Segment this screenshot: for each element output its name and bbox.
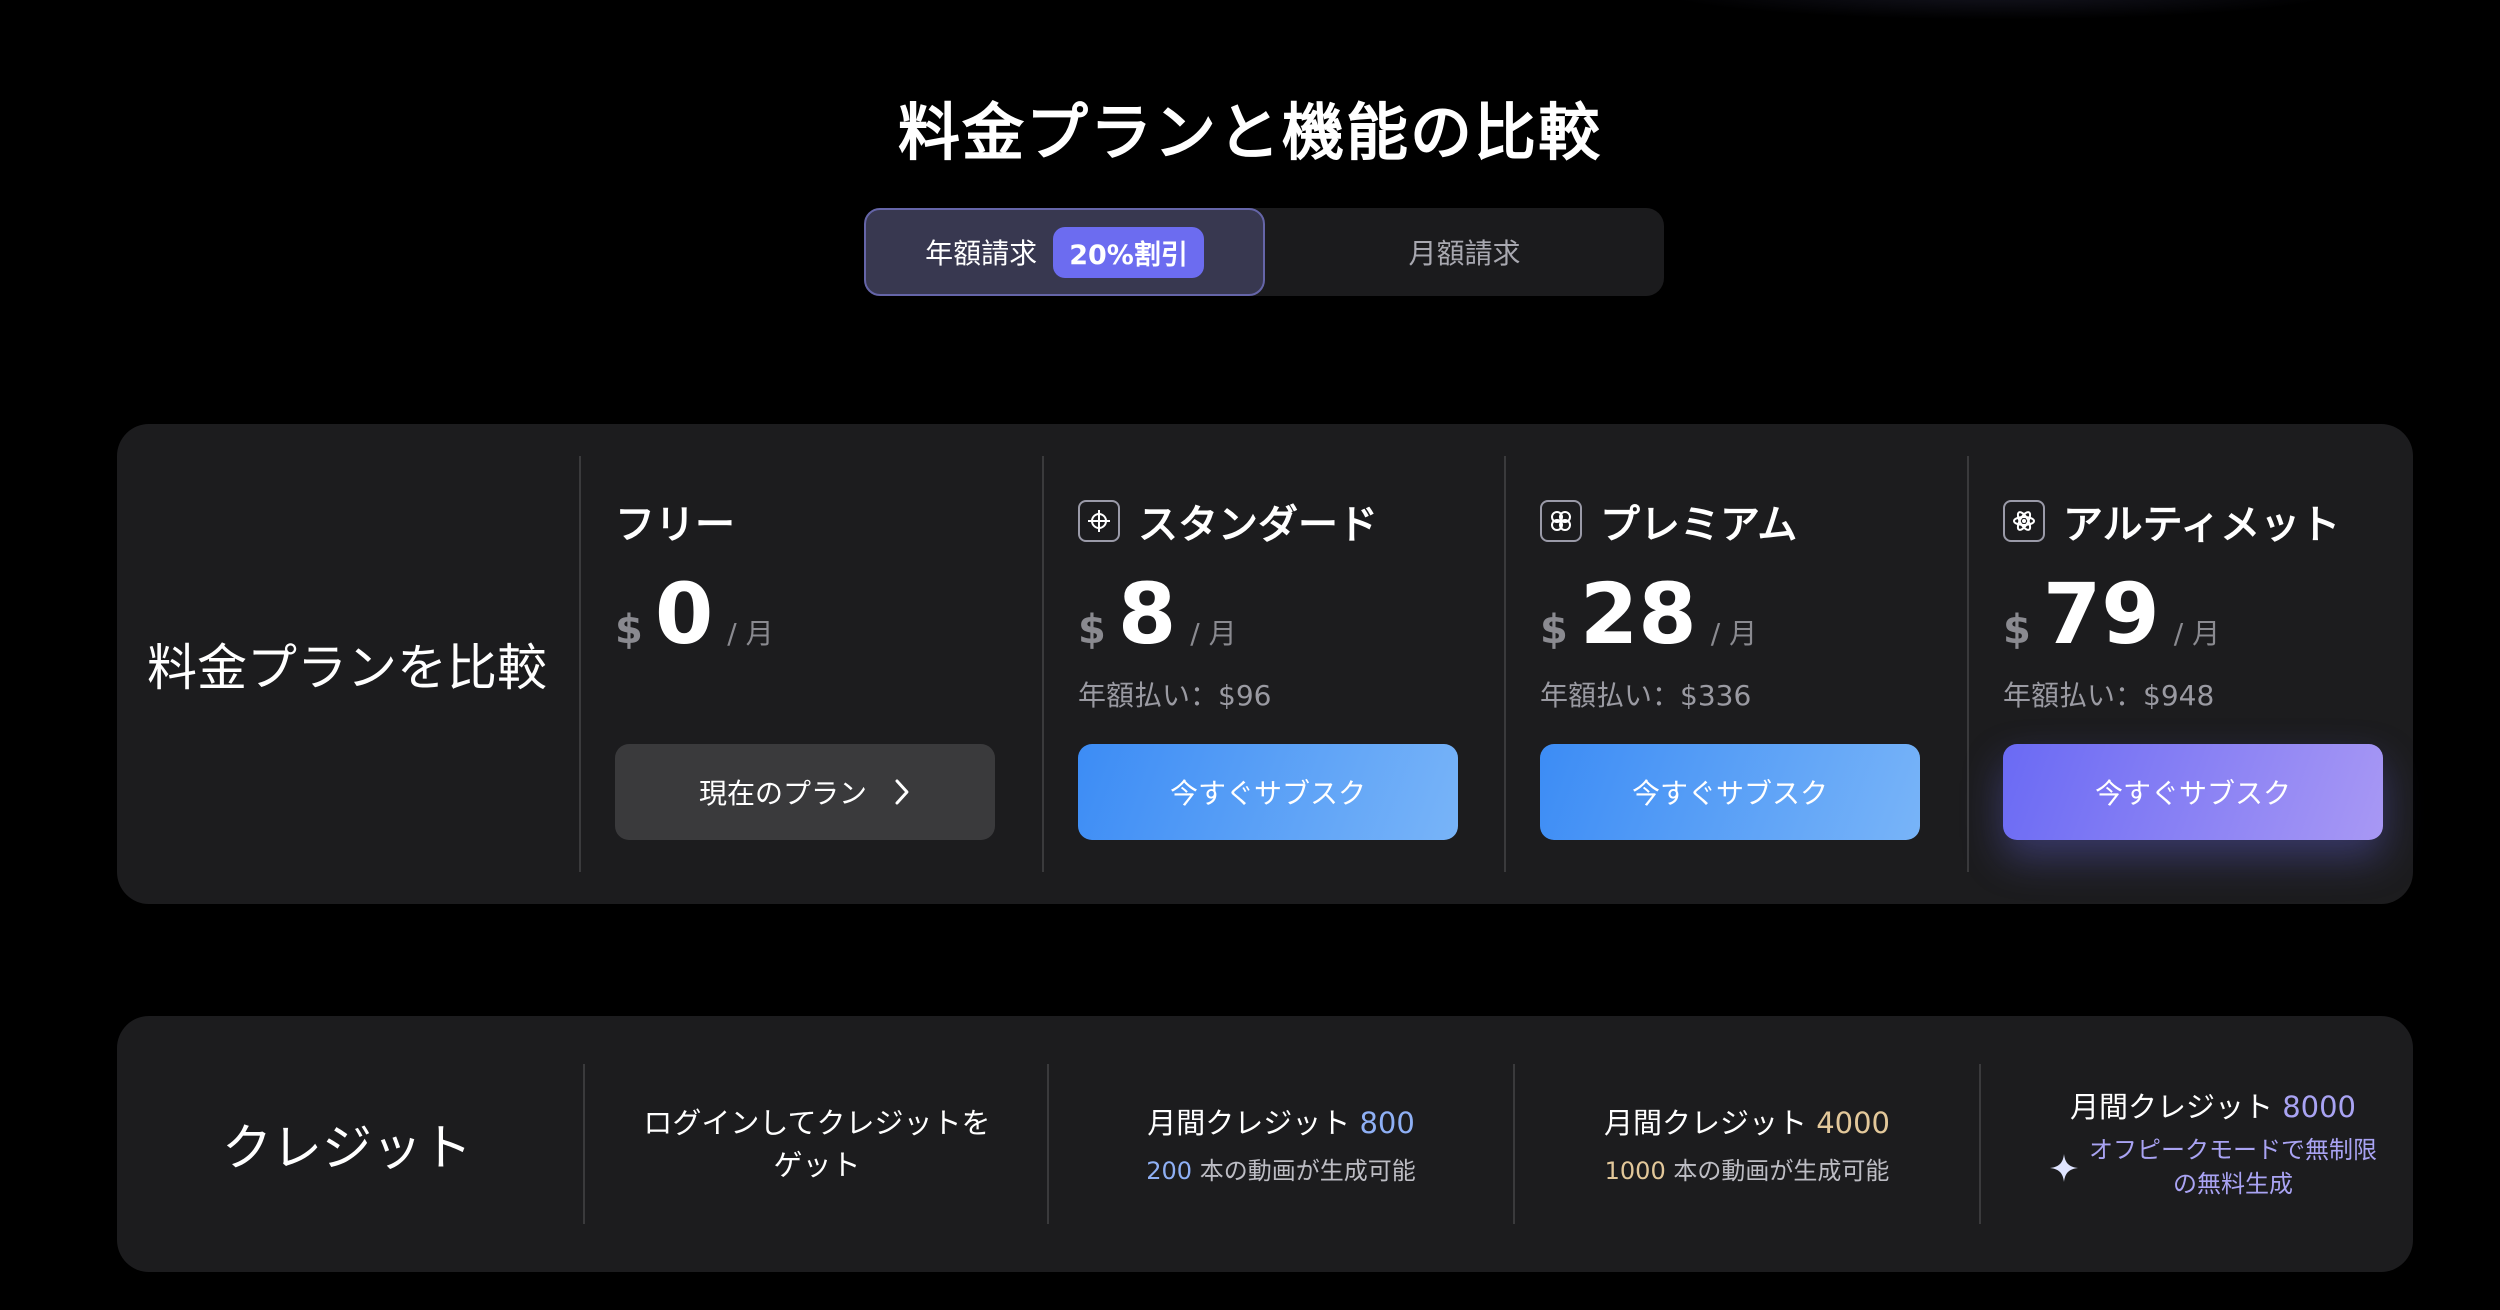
plan-name-label: プレミアム [1600, 502, 1798, 548]
monthly-credits-prefix: 月間クレジット [1147, 1106, 1351, 1141]
discount-badge: 20%割引 [1053, 226, 1204, 278]
chevron-right-icon [893, 778, 911, 806]
currency-symbol: $ [2003, 607, 2031, 653]
plan-price-free: $ 0 / 月 [615, 572, 774, 656]
price-period: / 月 [727, 617, 774, 650]
monthly-credits-amount: 800 [1359, 1106, 1415, 1141]
monthly-credits-standard: 月間クレジット 800 [1147, 1102, 1415, 1144]
video-count: 200 [1146, 1156, 1193, 1185]
annual-payment-standard: 年額払い：$96 [1078, 679, 1272, 712]
video-count-suffix: 本の動画が生成可能 [1199, 1156, 1416, 1185]
monthly-credits-amount: 8000 [2282, 1090, 2357, 1125]
plan-name-ultimate: アルティメット [2003, 492, 2340, 550]
background-glow [1650, 0, 2350, 20]
monthly-credits-ultimate: 月間クレジット 8000 [2070, 1086, 2356, 1128]
plan-price-premium: $ 28 / 月 [1540, 572, 1757, 656]
page-title: 料金プランと機能の比較 [897, 96, 1602, 169]
monthly-credits-prefix: 月間クレジット [2069, 1090, 2273, 1125]
credits-free-line1: ログインしてクレジットを [643, 1105, 991, 1140]
billing-toggle: 年額請求 20%割引 月額請求 [864, 208, 1664, 296]
annual-payment-premium: 年額払い：$336 [1540, 679, 1752, 712]
subscribe-premium-button[interactable]: 今すぐサブスク [1540, 744, 1920, 840]
currency-symbol: $ [1540, 607, 1568, 653]
annual-billing-option[interactable]: 年額請求 20%割引 [864, 208, 1265, 296]
pricing-page: 料金プランと機能の比較 年額請求 20%割引 月額請求 料金プランを比較 フリー… [0, 0, 2500, 1310]
ultimate-plan-icon [2003, 500, 2045, 542]
plan-name-label: スタンダード [1138, 502, 1378, 548]
monthly-billing-label: 月額請求 [1408, 237, 1521, 270]
compare-plans-label: 料金プランを比較 [147, 639, 547, 697]
price-period: / 月 [2173, 617, 2221, 650]
plan-name-label: アルティメット [2063, 502, 2341, 548]
plan-column-standard: スタンダード $ 8 / 月 年額払い：$96 今すぐサブスク [1044, 424, 1506, 904]
plan-name-label: フリー [615, 502, 735, 548]
monthly-credits-prefix: 月間クレジット [1603, 1106, 1807, 1141]
credits-free: ログインしてクレジットを ゲット [585, 1016, 1049, 1272]
currency-symbol: $ [615, 607, 643, 653]
video-count-premium: 1000 本の動画が生成可能 [1605, 1151, 1890, 1186]
current-plan-label: 現在のプラン [698, 777, 867, 810]
plan-column-free: フリー $ 0 / 月 現在のプラン [581, 424, 1043, 904]
plan-name-premium: プレミアム [1540, 492, 1797, 550]
price-amount: 28 [1579, 565, 1697, 663]
credits-comparison-card: クレジット ログインしてクレジットを ゲット 月間クレジット 800 200 本… [117, 1016, 2413, 1272]
price-period: / 月 [1190, 617, 1237, 650]
plan-name-free: フリー [615, 492, 735, 550]
annual-payment-ultimate: 年額払い：$948 [2003, 679, 2215, 712]
current-plan-button[interactable]: 現在のプラン [615, 744, 995, 840]
subscribe-ultimate-button[interactable]: 今すぐサブスク [2003, 744, 2383, 840]
plan-column-ultimate: アルティメット $ 79 / 月 年額払い：$948 今すぐサブスク [1969, 424, 2431, 904]
plan-column-premium: プレミアム $ 28 / 月 年額払い：$336 今すぐサブスク [1506, 424, 1968, 904]
credits-label: クレジット [222, 1119, 472, 1177]
annual-billing-label: 年額請求 [925, 237, 1038, 270]
video-count-standard: 200 本の動画が生成可能 [1146, 1151, 1415, 1186]
premium-plan-icon [1540, 500, 1582, 542]
offpeak-line2: の無料生成 [2173, 1170, 2293, 1199]
price-amount: 79 [2042, 565, 2160, 663]
credits-premium: 月間クレジット 4000 1000 本の動画が生成可能 [1515, 1016, 1979, 1272]
plan-price-ultimate: $ 79 / 月 [2003, 572, 2220, 656]
plans-comparison-card: 料金プランを比較 フリー $ 0 / 月 現在のプラン スタンダード $ 8 /… [117, 424, 2413, 904]
sparkle-icon [2049, 1153, 2079, 1183]
offpeak-unlimited: オフピークモードで無制限 の無料生成 [2049, 1134, 2377, 1201]
credits-free-line2: ゲット [773, 1148, 861, 1182]
offpeak-text: オフピークモードで無制限 の無料生成 [2089, 1134, 2377, 1201]
video-count: 1000 [1604, 1156, 1666, 1185]
offpeak-line1: オフピークモードで無制限 [2089, 1136, 2377, 1165]
subscribe-standard-button[interactable]: 今すぐサブスク [1078, 744, 1458, 840]
price-amount: 8 [1117, 565, 1177, 663]
credits-standard: 月間クレジット 800 200 本の動画が生成可能 [1049, 1016, 1513, 1272]
price-period: / 月 [1710, 617, 1758, 650]
monthly-credits-amount: 4000 [1816, 1106, 1891, 1141]
monthly-credits-premium: 月間クレジット 4000 [1604, 1102, 1890, 1144]
price-amount: 0 [654, 565, 714, 663]
video-count-suffix: 本の動画が生成可能 [1673, 1156, 1890, 1185]
credits-ultimate: 月間クレジット 8000 オフピークモードで無制限 の無料生成 [1981, 1016, 2445, 1272]
monthly-billing-option[interactable]: 月額請求 [1265, 208, 1664, 296]
standard-plan-icon [1078, 500, 1120, 542]
plan-price-standard: $ 8 / 月 [1078, 572, 1237, 656]
plan-name-standard: スタンダード [1078, 492, 1378, 550]
currency-symbol: $ [1078, 607, 1106, 653]
